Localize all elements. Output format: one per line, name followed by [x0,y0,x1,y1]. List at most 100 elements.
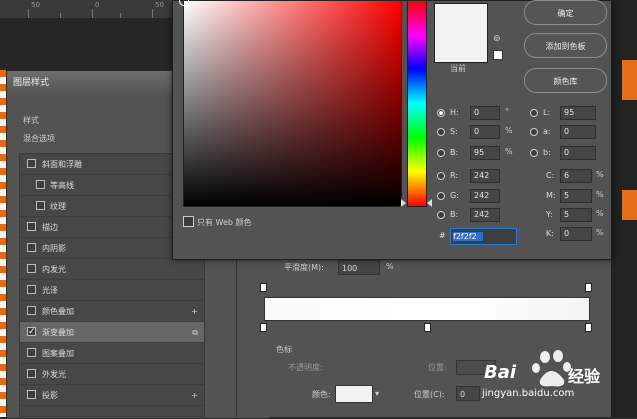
k-label: K: [546,229,554,238]
checkbox[interactable] [27,322,36,343]
cube-icon[interactable]: ⊚ [493,34,501,44]
web-safe-swatch[interactable] [493,50,503,60]
opacity-stop-left[interactable] [260,283,267,292]
checkbox[interactable] [27,390,36,399]
add-effect-icon[interactable]: + [191,301,198,322]
checkbox[interactable] [27,285,36,294]
radio-s[interactable] [437,128,445,136]
r-input[interactable]: 242 [470,169,500,183]
m-input[interactable]: 5 [560,189,592,203]
hue-slider-left-arrow[interactable] [401,199,406,207]
opacity-location-label: 位置: [428,363,447,372]
watermark-url: jingyan.baidu.com [482,388,575,399]
ruler-label: 50 [155,1,164,9]
checkbox[interactable] [27,264,36,273]
smoothness-label: 平滑度(M): [284,263,324,272]
h-label: H: [450,108,459,117]
h-input[interactable]: 0 [470,106,500,120]
s-label: S: [450,127,458,136]
g-input[interactable]: 242 [470,189,500,203]
hue-slider[interactable] [407,0,427,207]
web-only-label: 只有 Web 颜色 [197,218,252,227]
style-item-label: 描边 [42,223,58,232]
a-input[interactable]: 0 [560,125,596,139]
style-item-inner-glow[interactable]: 内发光 [20,259,204,280]
opacity-label: 不透明度: [288,363,323,372]
opacity-stop-right[interactable] [585,283,592,292]
current-label: 当前 [450,64,466,73]
color-stop-left[interactable] [260,323,267,332]
saturation-brightness-field[interactable] [183,0,402,207]
checkbox[interactable] [27,369,36,378]
radio-rgb-b[interactable] [437,211,445,219]
lab-b-input[interactable]: 0 [560,146,596,160]
blending-options-link[interactable]: 混合选项 [23,133,55,144]
stops-section-label: 色标 [276,345,292,354]
radio-b[interactable] [437,149,445,157]
checkbox[interactable] [27,222,36,231]
add-effect-icon[interactable]: + [191,385,198,406]
gradient-preview-bar[interactable] [264,297,590,321]
y-input[interactable]: 5 [560,208,592,222]
hex-value: f2f2f2 [453,232,483,241]
smoothness-input[interactable]: 100 [338,260,380,275]
style-item-label: 渐变叠加 [42,328,74,337]
style-item-label: 颜色叠加 [42,307,74,316]
checkbox[interactable] [27,159,36,168]
lab-b-label: b: [543,148,551,157]
checkbox[interactable] [27,243,36,252]
checkbox[interactable] [27,348,36,357]
color-libraries-button[interactable]: 颜色库 [524,68,607,93]
color-stop-right[interactable] [585,323,592,332]
style-item-label: 图案叠加 [42,349,74,358]
checkbox[interactable] [27,306,36,315]
add-effect-icon[interactable]: ⧉ [192,322,198,343]
color-stop-mid[interactable] [424,323,431,332]
b-label: B: [450,148,459,157]
k-input[interactable]: 0 [560,227,592,241]
baidu-jingyan-watermark: Bai 经验 jingyan.baidu.com [474,350,624,410]
c-input[interactable]: 6 [560,169,592,183]
style-item-label: 斜面和浮雕 [42,160,82,169]
m-label: M: [546,191,556,200]
radio-l[interactable] [530,109,538,117]
radio-g[interactable] [437,192,445,200]
b-unit: % [505,147,513,156]
hex-input[interactable]: f2f2f2 [450,228,517,245]
style-item-label: 光泽 [42,286,58,295]
style-item-satin[interactable]: 光泽 [20,280,204,301]
style-item-color-overlay[interactable]: 颜色叠加 + [20,301,204,322]
radio-lab-b[interactable] [530,149,538,157]
style-item-drop-shadow[interactable]: 投影 + [20,385,204,406]
l-input[interactable]: 95 [560,106,596,120]
styles-heading: 样式 [23,116,39,125]
web-only-checkbox[interactable] [183,216,194,227]
g-label: G: [450,191,459,200]
h-unit: ° [505,107,509,116]
radio-r[interactable] [437,172,445,180]
checkbox[interactable] [36,201,45,210]
s-unit: % [505,126,513,135]
r-label: R: [450,171,459,180]
radio-a[interactable] [530,128,538,136]
y-unit: % [596,209,604,218]
s-input[interactable]: 0 [470,125,500,139]
b-input[interactable]: 95 [470,146,500,160]
style-item-pattern-overlay[interactable]: 图案叠加 [20,343,204,364]
l-label: L: [543,108,551,117]
style-item-gradient-overlay[interactable]: 渐变叠加 ⧉ [20,322,204,343]
add-to-swatches-button[interactable]: 添加到色板 [524,33,607,58]
style-item-label: 纹理 [50,202,66,211]
style-item-outer-glow[interactable]: 外发光 [20,364,204,385]
hex-prefix: # [439,231,446,240]
radio-h[interactable] [437,109,445,117]
current-color-swatch [434,3,488,63]
color-location-label: 位置(C): [414,390,445,399]
hue-slider-right-arrow[interactable] [427,199,432,207]
ok-button[interactable]: 确定 [524,0,607,25]
rgb-b-input[interactable]: 242 [470,208,500,222]
stop-color-swatch[interactable] [335,385,373,403]
rgb-b-label: B: [450,210,459,219]
checkbox[interactable] [36,180,45,189]
chevron-down-icon[interactable]: ▾ [375,389,379,398]
